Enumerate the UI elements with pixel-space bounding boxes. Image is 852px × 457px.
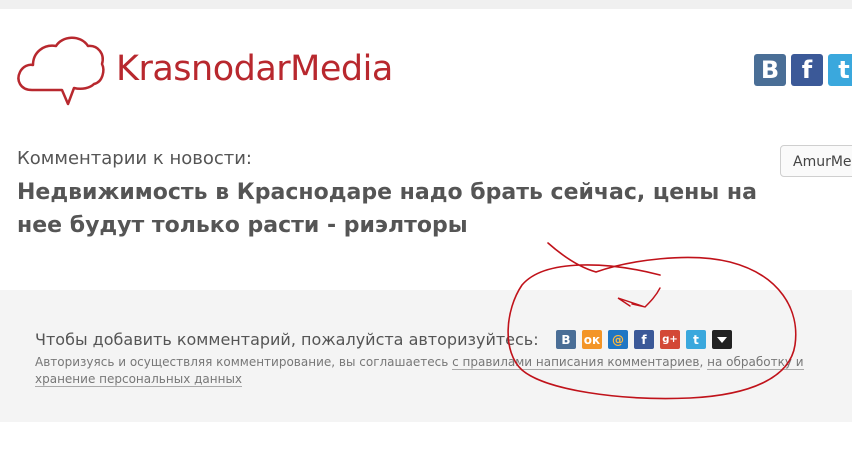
more-providers-icon[interactable] [712, 330, 732, 349]
facebook-icon[interactable]: f [791, 54, 823, 86]
cloud-logo-icon[interactable] [14, 32, 106, 108]
social-share-top: B f t [754, 54, 852, 86]
comment-rules-link[interactable]: с правилами написания комментариев [452, 355, 700, 370]
auth-prompt: Чтобы добавить комментарий, пожалуйста а… [35, 330, 539, 349]
facebook-login-icon[interactable]: f [634, 330, 654, 349]
twitter-login-icon[interactable]: t [686, 330, 706, 349]
odnoklassniki-login-icon[interactable]: ок [582, 330, 602, 349]
agreement-text: Авторизуясь и осуществляя комментировани… [35, 354, 852, 388]
vk-login-icon[interactable]: B [556, 330, 576, 349]
vk-icon[interactable]: B [754, 54, 786, 86]
twitter-icon[interactable]: t [828, 54, 852, 86]
auth-providers: B ок @ f g+ t [556, 330, 732, 349]
site-select-button[interactable]: AmurMedia [780, 145, 852, 177]
mail-ru-login-icon[interactable]: @ [608, 330, 628, 349]
agreement-sep: , [699, 355, 708, 369]
comment-auth-panel: Чтобы добавить комментарий, пожалуйста а… [0, 290, 852, 422]
agreement-lead: Авторизуясь и осуществляя комментировани… [35, 355, 453, 369]
top-bar [0, 0, 852, 9]
brand-name[interactable]: KrasnodarMedia [116, 49, 393, 89]
google-plus-login-icon[interactable]: g+ [660, 330, 680, 349]
news-title: Недвижимость в Краснодаре надо брать сей… [17, 180, 757, 238]
news-label: Комментарии к новости: [17, 148, 252, 169]
